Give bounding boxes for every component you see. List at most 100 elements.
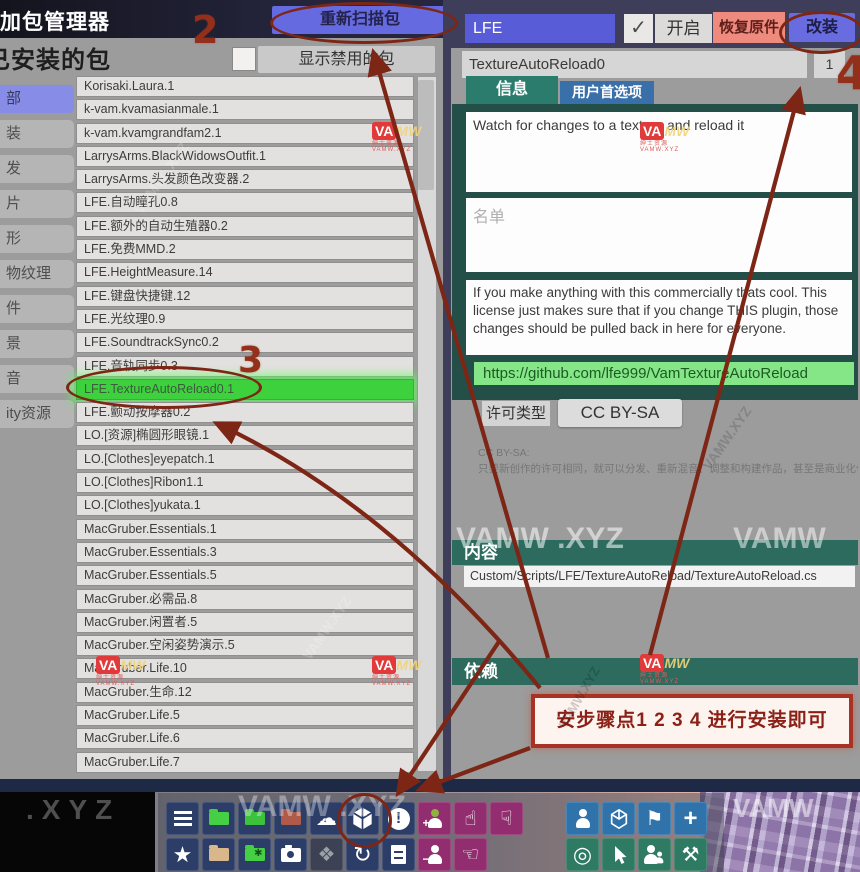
touch-icon: ☟ xyxy=(500,809,512,829)
package-row[interactable]: LFE.音轨同步0.3 xyxy=(76,356,414,377)
sidebar-item[interactable]: 件 xyxy=(0,295,74,323)
cloud-download-icon: ☁↓ xyxy=(316,808,337,829)
open-folder-button[interactable] xyxy=(238,802,271,835)
save-button[interactable] xyxy=(202,838,235,871)
package-row[interactable]: MacGruber.Life.10 xyxy=(76,658,414,679)
sidebar-item[interactable]: 物纹理 xyxy=(0,260,74,288)
package-row[interactable]: MacGruber.Essentials.3 xyxy=(76,542,414,563)
people-button[interactable] xyxy=(638,838,671,871)
show-disabled-label: 显示禁用的包 xyxy=(258,46,435,73)
package-manager-button[interactable] xyxy=(346,802,379,835)
sidebar-item[interactable]: 片 xyxy=(0,190,74,218)
cloud-download-button[interactable]: ☁↓ xyxy=(310,802,343,835)
package-row[interactable]: LFE.额外的自动生殖器0.2 xyxy=(76,216,414,237)
license-type-label: 许可类型 xyxy=(482,401,550,426)
list-placeholder-box[interactable]: 名单 xyxy=(466,198,852,272)
content-section-header: 内容 xyxy=(452,540,858,565)
license-note: CC BY-SA: 只要新创作的许可相同，就可以分发、重新混音、调整和构建作品，… xyxy=(478,446,858,478)
dependencies-section-header: 依赖 xyxy=(452,658,858,685)
creator-field[interactable]: LFE xyxy=(465,14,615,43)
add-person-button[interactable]: + xyxy=(418,802,451,835)
package-row[interactable]: MacGruber.Life.7 xyxy=(76,752,414,773)
tab-user-preferences[interactable]: 用户首选项 xyxy=(560,81,654,104)
package-row[interactable]: LFE.颤动按摩器0.2 xyxy=(76,402,414,423)
target-icon: ◎ xyxy=(573,844,592,866)
package-row[interactable]: MacGruber.Life.6 xyxy=(76,728,414,749)
grab-button[interactable]: ☜ xyxy=(454,838,487,871)
tools-button[interactable]: ⚒ xyxy=(674,838,707,871)
github-link[interactable]: https://github.com/lfe999/VamTextureAuto… xyxy=(474,362,854,385)
package-row[interactable]: LFE.免费MMD.2 xyxy=(76,239,414,260)
package-row[interactable]: LFE.自动瞳孔0.8 xyxy=(76,192,414,213)
package-row[interactable]: LO.[Clothes]Ribon1.1 xyxy=(76,472,414,493)
target-button[interactable]: ◎ xyxy=(566,838,599,871)
version-field[interactable]: 1 xyxy=(814,51,845,78)
license-type-dropdown[interactable]: CC BY-SA xyxy=(558,399,682,427)
favorites-button[interactable]: ★ xyxy=(166,838,199,871)
sidebar-item[interactable]: 装 xyxy=(0,120,74,148)
save-scene-button[interactable] xyxy=(274,802,307,835)
modify-button[interactable]: 改装 xyxy=(789,13,855,42)
installed-packages-heading: 已安装的包 xyxy=(0,40,111,75)
connections-icon: ❖ xyxy=(318,845,336,865)
enabled-label: 开启 xyxy=(655,14,712,43)
flag-button[interactable]: ⚑ xyxy=(638,802,671,835)
sidebar-item[interactable]: ity资源 xyxy=(0,400,74,428)
menu-button[interactable] xyxy=(166,802,199,835)
sidebar-item[interactable]: 形 xyxy=(0,225,74,253)
list-scrollbar-thumb[interactable] xyxy=(418,80,434,190)
screenshot-button[interactable] xyxy=(274,838,307,871)
pointer-icon xyxy=(609,845,629,865)
remove-person-button[interactable]: − xyxy=(418,838,451,871)
flag-icon: ⚑ xyxy=(646,809,664,829)
black-corner xyxy=(0,792,155,872)
package-name-field[interactable]: TextureAutoReload0 xyxy=(462,51,807,78)
package-row[interactable]: Korisaki.Laura.1 xyxy=(76,76,414,97)
package-row[interactable]: LFE.SoundtrackSync0.2 xyxy=(76,332,414,353)
people-icon xyxy=(643,842,667,867)
notes-button[interactable] xyxy=(382,838,415,871)
package-row[interactable]: MacGruber.Essentials.1 xyxy=(76,519,414,540)
folder-settings-button[interactable]: ✱ xyxy=(238,838,271,871)
sidebar-item[interactable]: 景 xyxy=(0,330,74,358)
person-button[interactable] xyxy=(566,802,599,835)
rescan-packages-button[interactable]: 重新扫描包 xyxy=(272,6,448,34)
error-log-button[interactable]: ! xyxy=(382,802,415,835)
package-row[interactable]: MacGruber.空闲姿势演示.5 xyxy=(76,635,414,656)
package-row[interactable]: MacGruber.Life.5 xyxy=(76,705,414,726)
reload-package-button[interactable]: ↻ xyxy=(346,838,379,871)
package-row[interactable]: k-vam.kvamgrandfam2.1 xyxy=(76,123,414,144)
package-list: Korisaki.Laura.1k-vam.kvamasianmale.1 k-v… xyxy=(76,76,414,773)
hand-button[interactable]: ☝ xyxy=(454,802,487,835)
enabled-checkbox[interactable]: ✓ xyxy=(624,14,653,43)
connections-button[interactable]: ❖ xyxy=(310,838,343,871)
sidebar-item[interactable]: 音 xyxy=(0,365,74,393)
content-path-row[interactable]: Custom/Scripts/LFE/TextureAutoReload/Tex… xyxy=(464,566,855,587)
package-row[interactable]: LO.[Clothes]yukata.1 xyxy=(76,495,414,516)
unity-button[interactable] xyxy=(602,802,635,835)
package-row[interactable]: MacGruber.闲置者.5 xyxy=(76,612,414,633)
package-row[interactable]: LarrysArms.BlackWidowsOutfit.1 xyxy=(76,146,414,167)
package-row[interactable]: LFE.键盘快捷键.12 xyxy=(76,286,414,307)
remove-person-icon: − xyxy=(427,845,443,864)
package-row[interactable]: LO.[资源]椭圆形眼镜.1 xyxy=(76,425,414,446)
license-note-body: 只要新创作的许可相同，就可以分发、重新混音、调整和构建作品，甚至是商业化作品。必… xyxy=(478,462,858,478)
package-row-selected[interactable]: LFE.TextureAutoReload0.1 xyxy=(76,379,414,400)
package-row[interactable]: k-vam.kvamasianmale.1 xyxy=(76,99,414,120)
package-row[interactable]: LarrysArms.头发颜色改变器.2 xyxy=(76,169,414,190)
touch-button[interactable]: ☟ xyxy=(490,802,523,835)
package-row[interactable]: LO.[Clothes]eyepatch.1 xyxy=(76,449,414,470)
load-scene-button[interactable] xyxy=(202,802,235,835)
restore-original-button[interactable]: 恢复原件 xyxy=(713,12,785,43)
sidebar-item[interactable]: 部 xyxy=(0,85,74,113)
show-disabled-checkbox[interactable] xyxy=(232,47,256,71)
add-button[interactable]: + xyxy=(674,802,707,835)
package-row[interactable]: MacGruber.必需品.8 xyxy=(76,589,414,610)
package-row[interactable]: LFE.HeightMeasure.14 xyxy=(76,262,414,283)
package-row[interactable]: MacGruber.生命.12 xyxy=(76,682,414,703)
tab-info[interactable]: 信息 xyxy=(466,76,558,104)
pointer-button[interactable] xyxy=(602,838,635,871)
package-row[interactable]: LFE.光纹理0.9 xyxy=(76,309,414,330)
sidebar-item[interactable]: 发 xyxy=(0,155,74,183)
package-row[interactable]: MacGruber.Essentials.5 xyxy=(76,565,414,586)
